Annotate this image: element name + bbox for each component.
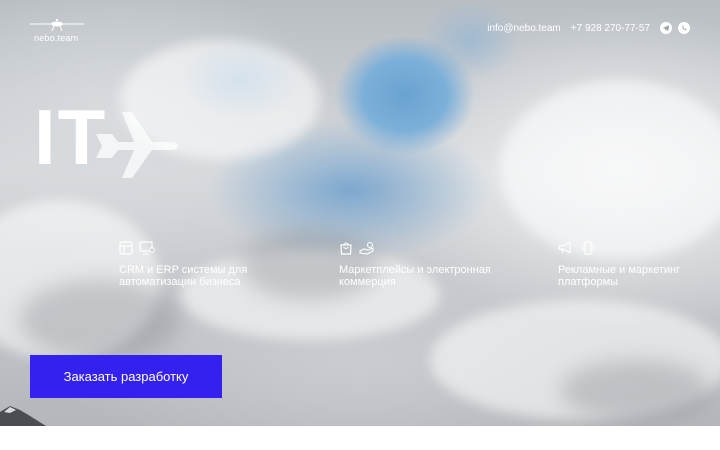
cloud-shadow bbox=[20, 280, 180, 360]
feature-marketplaces: Маркетплейсы и электронная коммерция bbox=[339, 240, 509, 288]
logo-text[interactable]: nebo.team bbox=[34, 33, 78, 43]
airplane-icon bbox=[96, 112, 178, 178]
hand-coins-icon bbox=[359, 241, 374, 255]
feature-ad-platforms: Рекламные и маркетинг платформы bbox=[558, 240, 720, 288]
cloud-shadow bbox=[560, 360, 710, 420]
phone-vibrate-icon bbox=[581, 241, 595, 255]
megaphone-icon bbox=[558, 241, 571, 254]
feature-text: Рекламные и маркетинг платформы bbox=[558, 264, 681, 288]
layout-icon bbox=[119, 241, 133, 255]
telegram-icon[interactable] bbox=[660, 22, 672, 34]
order-development-button[interactable]: Заказать разработку bbox=[30, 355, 222, 398]
shopping-bag-icon bbox=[340, 242, 352, 255]
feature-text: Маркетплейсы и электронная коммерция bbox=[339, 264, 491, 288]
whatsapp-icon[interactable] bbox=[678, 22, 690, 34]
feature-crm-erp: CRM и ERP системы для автоматизации бизн… bbox=[119, 240, 289, 288]
cloud-shape bbox=[500, 80, 720, 260]
phone-link[interactable]: +7 928 270-77-57 bbox=[571, 23, 650, 34]
feature-text: CRM и ERP системы для автоматизации бизн… bbox=[119, 264, 248, 288]
mountain-peak bbox=[0, 406, 46, 426]
monitor-settings-icon bbox=[139, 241, 155, 255]
email-link[interactable]: info@nebo.team bbox=[487, 23, 561, 34]
header-contacts: info@nebo.team +7 928 270-77-57 bbox=[487, 22, 690, 34]
